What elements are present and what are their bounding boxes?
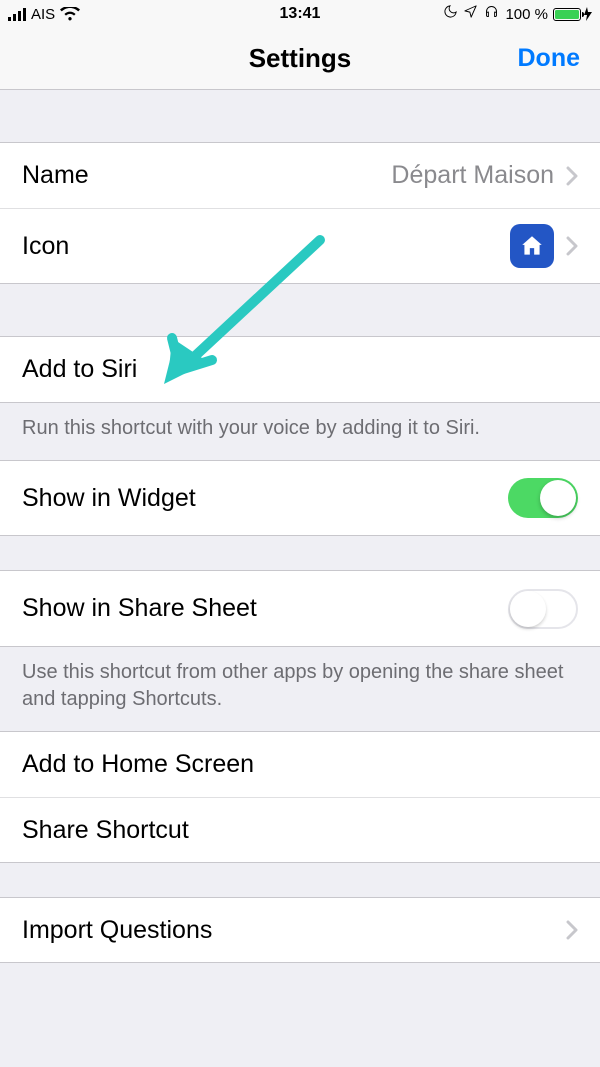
show-in-share-sheet-toggle[interactable] [508, 589, 578, 629]
show-in-share-sheet-label: Show in Share Sheet [22, 594, 257, 623]
battery-text: 100 % [505, 6, 548, 23]
signal-icon [8, 7, 26, 21]
import-questions-row[interactable]: Import Questions [0, 897, 600, 963]
done-button[interactable]: Done [518, 44, 581, 73]
add-to-home-row[interactable]: Add to Home Screen [0, 731, 600, 797]
share-shortcut-label: Share Shortcut [22, 816, 189, 845]
page-title: Settings [249, 43, 352, 74]
add-to-siri-label: Add to Siri [22, 355, 137, 384]
name-row[interactable]: Name Départ Maison [0, 142, 600, 208]
carrier-label: AIS [31, 6, 55, 23]
chevron-right-icon [566, 166, 578, 186]
share-sheet-footer-text: Use this shortcut from other apps by ope… [0, 646, 600, 731]
icon-row[interactable]: Icon [0, 208, 600, 284]
clock-label: 13:41 [280, 5, 321, 22]
show-in-widget-toggle[interactable] [508, 478, 578, 518]
show-in-widget-label: Show in Widget [22, 484, 196, 513]
battery-icon [553, 7, 592, 21]
nav-bar: Settings Done [0, 28, 600, 90]
chevron-right-icon [566, 236, 578, 256]
add-to-home-label: Add to Home Screen [22, 750, 254, 779]
status-bar: AIS 13:41 100 % [0, 0, 600, 28]
name-label: Name [22, 161, 89, 190]
siri-footer-text: Run this shortcut with your voice by add… [0, 402, 600, 460]
wifi-icon [60, 7, 80, 21]
name-value: Départ Maison [391, 161, 554, 190]
chevron-right-icon [566, 920, 578, 940]
show-in-widget-row: Show in Widget [0, 460, 600, 536]
import-questions-label: Import Questions [22, 916, 212, 945]
moon-icon [443, 4, 458, 24]
home-icon [510, 224, 554, 268]
icon-label: Icon [22, 232, 69, 261]
show-in-share-sheet-row: Show in Share Sheet [0, 570, 600, 646]
share-shortcut-row[interactable]: Share Shortcut [0, 797, 600, 863]
headphones-icon [483, 4, 500, 24]
add-to-siri-row[interactable]: Add to Siri [0, 336, 600, 402]
location-icon [463, 4, 478, 24]
